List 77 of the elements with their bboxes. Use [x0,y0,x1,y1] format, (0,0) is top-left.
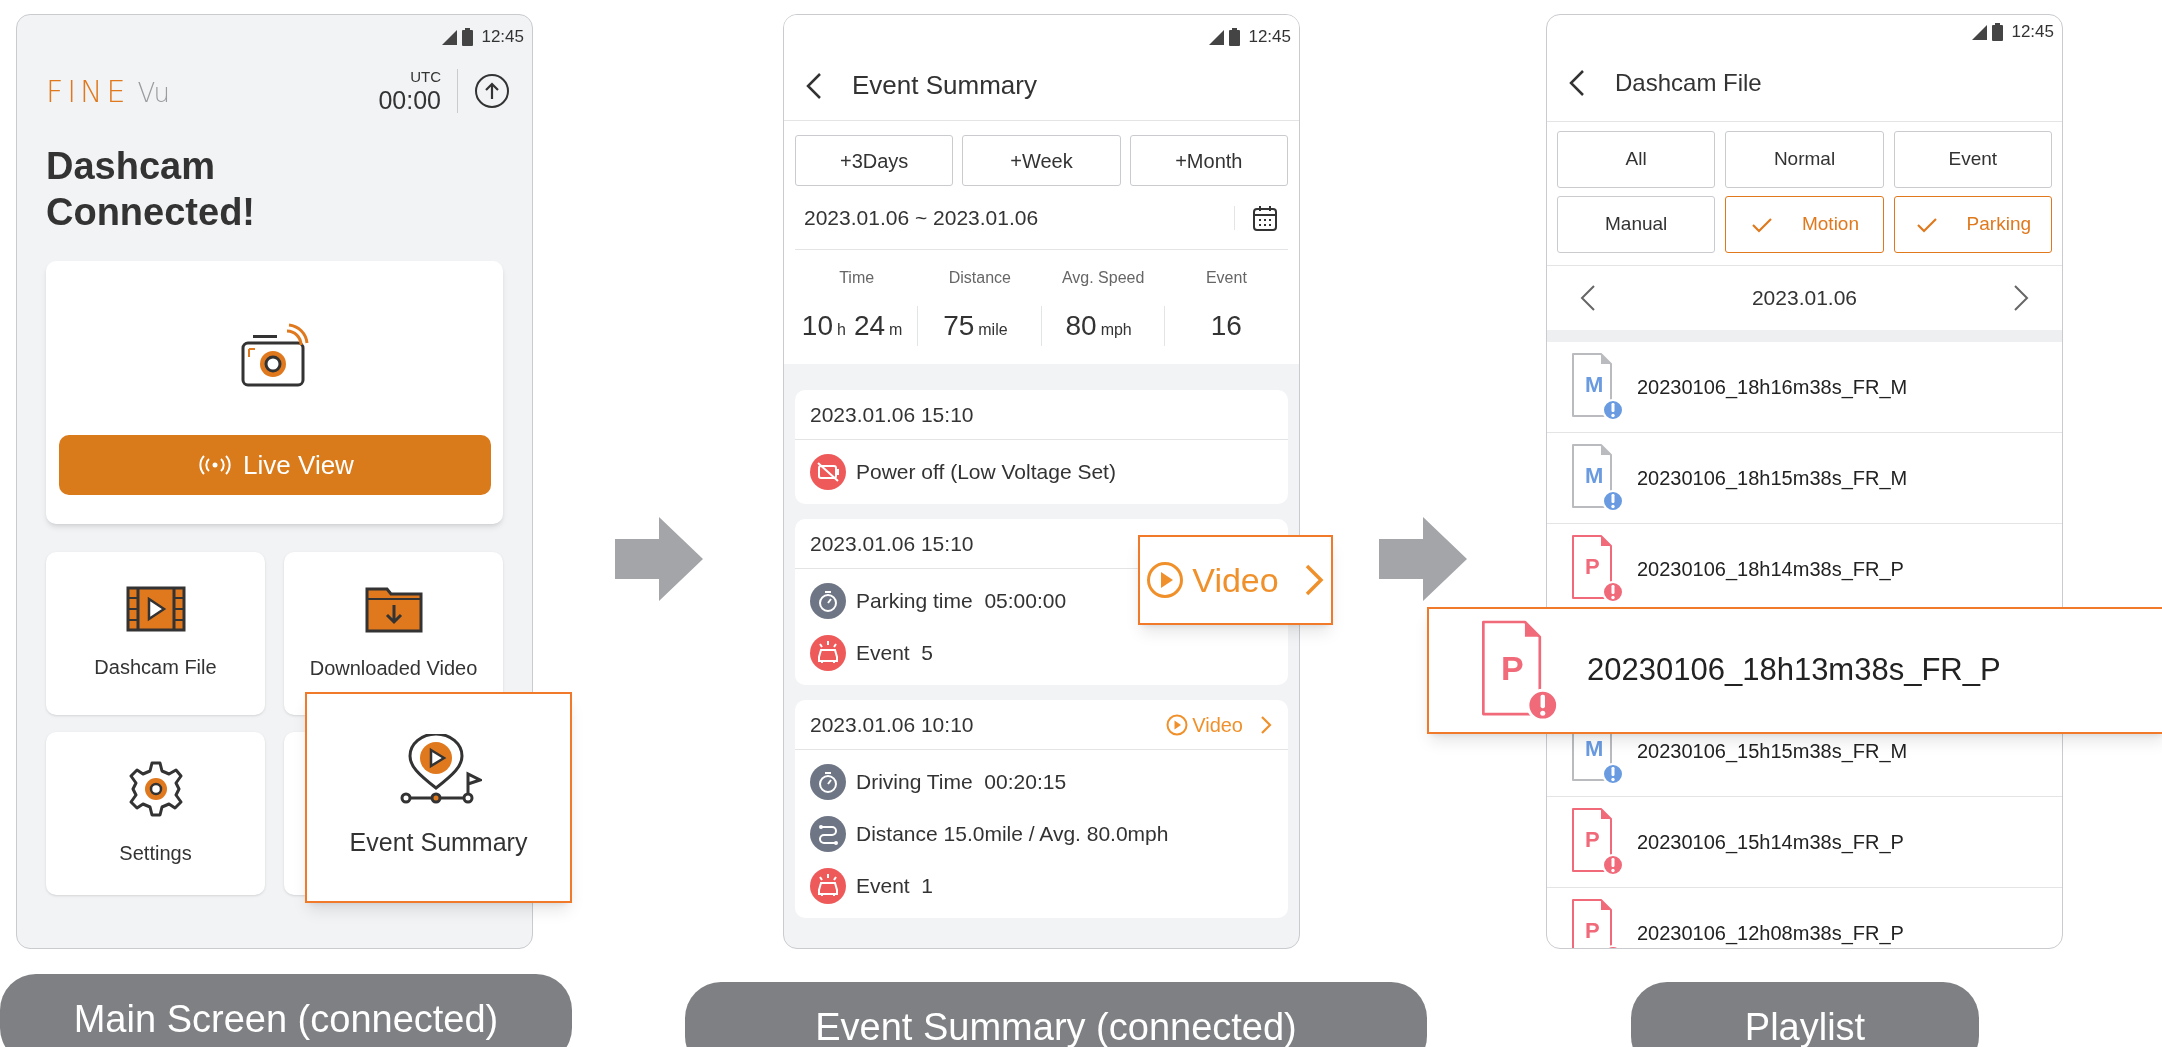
chevron-left-icon [1579,283,1597,313]
event-summary-tooltip[interactable]: Event Summary [305,692,572,903]
battery-off-icon [810,454,846,490]
car-crash-icon [810,868,846,904]
caption-label: Event Summary (connected) [685,982,1427,1047]
filter-button[interactable]: Event [1893,131,2052,188]
stat-value: 10 h 24 m [795,306,919,346]
utc-time: 00:00 [378,88,441,113]
calendar-button[interactable] [1251,203,1279,232]
route-icon [810,816,846,852]
stat-label: Distance [948,268,1011,288]
screen-title: Event Summary [852,69,1037,102]
file-row[interactable]: M 20230106_18h15m38s_FR_M [1547,433,2062,524]
next-arrow-icon [1379,517,1467,601]
logo-text: Vu [137,76,170,110]
heading: Dashcam Connected! [45,144,256,235]
event-detail: Parking time 05:00:00 [856,588,1067,615]
status-time: 12:45 [481,26,524,49]
caption-label: Main Screen (connected) [0,974,572,1047]
chevron-right-icon [1259,713,1273,736]
event-detail: Power off (Low Voltage Set) [856,459,1116,486]
event-date: 2023.01.06 15:10 [810,530,974,557]
stopwatch-icon [810,583,846,619]
back-icon [1567,68,1587,98]
battery-icon [1992,23,2004,41]
range-button[interactable]: +3Days [795,135,954,186]
event-detail: Event 1 [856,873,934,900]
filter-button[interactable]: Normal [1725,131,1884,188]
stat-label: Event [1205,268,1247,288]
file-row-tooltip[interactable]: P 20230106_18h13m38s_FR_P [1427,607,2162,734]
stat-value: 80 mph [1041,306,1165,346]
logo-text: FINE [46,72,130,111]
stat-value: 75 mile [918,306,1042,346]
event-detail: Driving Time 00:20:15 [856,769,1067,796]
status-time: 12:45 [1248,26,1291,49]
file-row[interactable]: P 20230106_15h14m38s_FR_P [1547,797,2062,888]
filter-button[interactable]: Manual [1557,196,1716,253]
back-button[interactable] [1567,68,1587,98]
range-button[interactable]: +Week [962,135,1121,186]
stat-value: 16 [1209,309,1243,343]
signal-icon [1207,28,1226,46]
file-row[interactable]: M 20230106_18h16m38s_FR_M [1547,342,2062,433]
chevron-right-icon [2012,283,2030,313]
next-arrow-icon [615,517,703,601]
event-date: 2023.01.06 15:10 [810,401,974,428]
signal-icon [1970,23,1989,41]
calendar-icon [1251,203,1279,232]
filter-button[interactable]: All [1557,131,1716,188]
range-button[interactable]: +Month [1129,135,1288,186]
screen-title: Dashcam File [1615,68,1762,98]
date-label: 2023.01.06 [1751,285,1858,312]
stopwatch-icon [810,764,846,800]
play-icon [1166,713,1189,736]
back-button[interactable] [804,70,824,101]
status-time: 12:45 [2011,21,2054,44]
previous-button[interactable] [1579,283,1597,313]
caption-label: Playlist [1631,982,1979,1047]
upload-button[interactable] [474,73,510,109]
menu-tile[interactable]: Dashcam File [46,552,265,715]
upload-icon [474,73,510,109]
event-date: 2023.01.06 10:10 [810,711,974,738]
stat-label: Time [839,268,875,288]
event-detail: Event 5 [856,640,934,667]
battery-icon [462,28,474,46]
battery-icon [1229,28,1241,46]
event-detail: Distance 15.0mile / Avg. 80.0mph [856,821,1169,848]
car-crash-icon [810,635,846,671]
film-icon [125,585,186,632]
play-icon [1146,561,1185,599]
next-button[interactable] [2012,283,2030,313]
utc-label: UTC [410,69,441,84]
back-icon [804,70,824,101]
menu-tile[interactable]: Settings [46,732,265,895]
date-range: 2023.01.06 ~ 2023.01.06 [804,204,1039,231]
signal-icon [440,28,459,46]
file-row[interactable]: P 20230106_12h08m38s_FR_P [1547,888,2062,948]
stat-label: Avg. Speed [1061,268,1145,288]
